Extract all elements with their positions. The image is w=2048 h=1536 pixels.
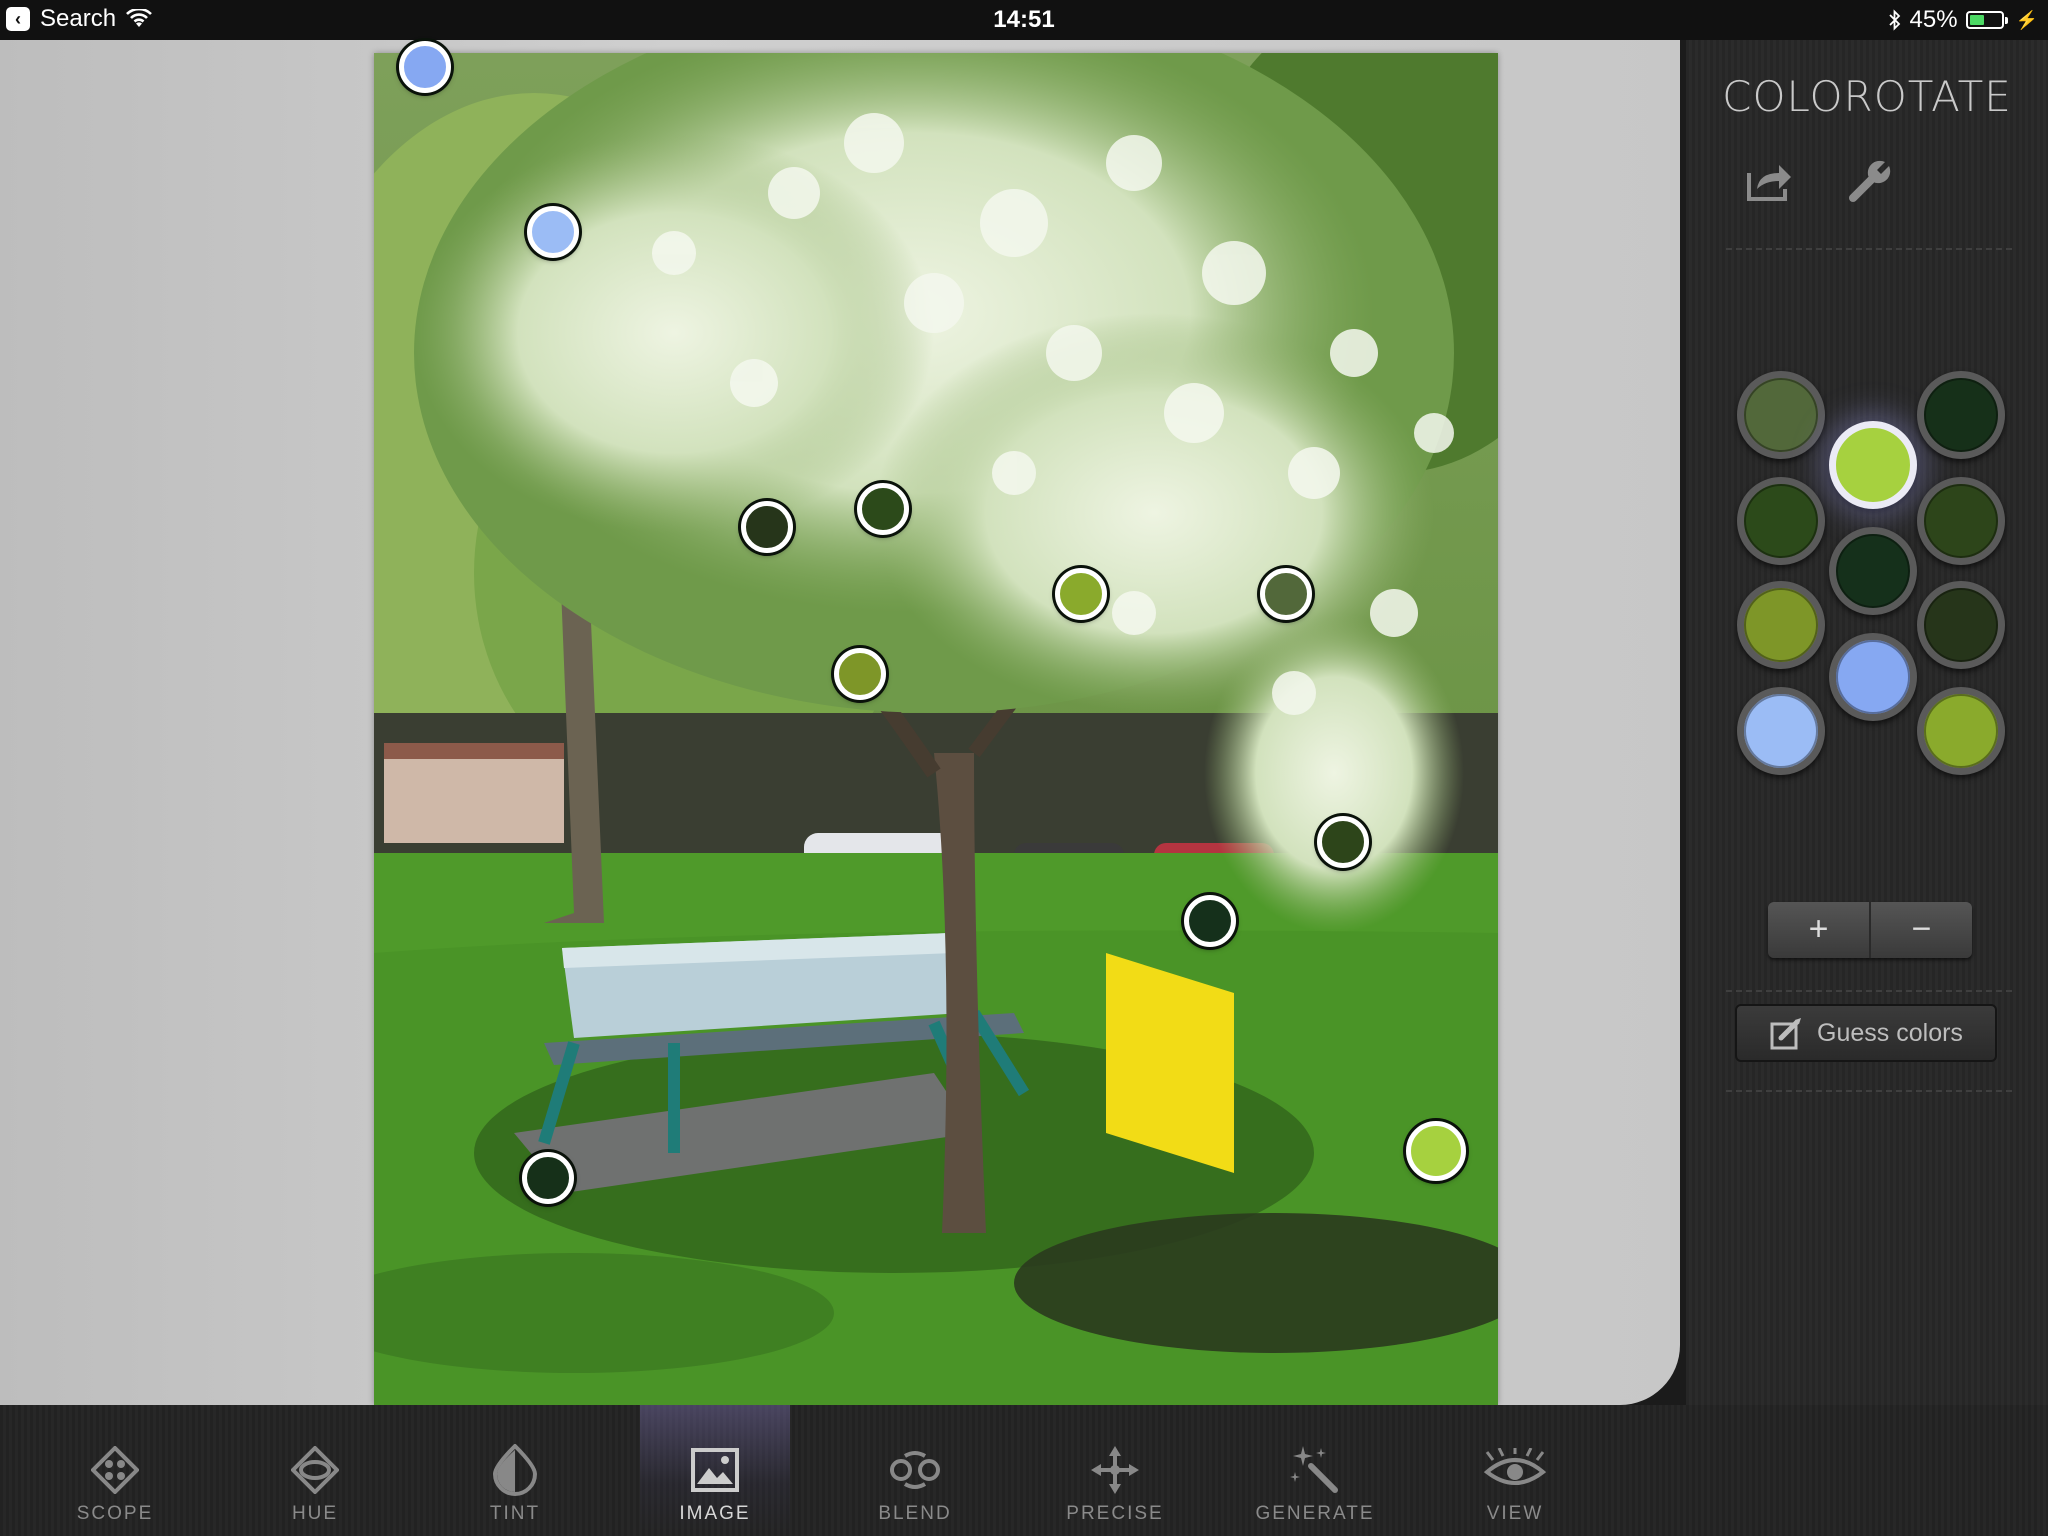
- panel-divider: [1726, 248, 2012, 250]
- tool-label: PRECISE: [1066, 1503, 1164, 1524]
- palette-swatch[interactable]: [1737, 687, 1825, 775]
- blend-icon: [890, 1451, 940, 1489]
- share-icon: [1747, 165, 1791, 201]
- tool-label: VIEW: [1486, 1503, 1544, 1524]
- palette-swatch[interactable]: [1917, 371, 2005, 459]
- tool-view[interactable]: VIEW: [1440, 1405, 1590, 1536]
- palette-swatch[interactable]: [1737, 371, 1825, 459]
- palette-swatch[interactable]: [1829, 633, 1917, 721]
- tool-generate[interactable]: GENERATE: [1240, 1405, 1390, 1536]
- app-logo: COLOROTATE: [1722, 72, 2012, 121]
- color-sample-marker[interactable]: [1055, 568, 1107, 620]
- guess-colors-label: Guess colors: [1817, 1018, 1963, 1047]
- panel-divider: [1726, 990, 2012, 992]
- image-icon: [691, 1448, 739, 1492]
- swatch-count-control: + −: [1768, 902, 1972, 958]
- tool-tint[interactable]: TINT: [440, 1405, 590, 1536]
- tool-precise[interactable]: PRECISE: [1040, 1405, 1190, 1536]
- palette-swatch[interactable]: [1917, 581, 2005, 669]
- charging-bolt-icon: ⚡: [2015, 9, 2038, 30]
- hue-icon: [291, 1446, 339, 1494]
- palette-swatch[interactable]: [1917, 687, 2005, 775]
- status-right: 45% ⚡: [1888, 6, 2038, 34]
- tool-image[interactable]: IMAGE: [640, 1405, 790, 1536]
- tool-label: HUE: [291, 1503, 339, 1524]
- tool-label: BLEND: [878, 1503, 952, 1524]
- palette-swatch[interactable]: [1737, 581, 1825, 669]
- wrench-icon: [1849, 160, 1891, 202]
- settings-button[interactable]: [1844, 155, 1896, 207]
- add-swatch-button[interactable]: +: [1768, 902, 1869, 958]
- color-sample-marker[interactable]: [1184, 895, 1236, 947]
- color-sample-marker[interactable]: [857, 483, 909, 535]
- eyedropper-edit-icon: [1770, 1018, 1802, 1050]
- tool-label: SCOPE: [76, 1503, 154, 1524]
- bluetooth-icon: [1888, 9, 1900, 31]
- color-sample-marker[interactable]: [1317, 816, 1369, 868]
- palette-swatch[interactable]: [1829, 527, 1917, 615]
- color-sample-marker[interactable]: [741, 501, 793, 553]
- tool-label: GENERATE: [1255, 1503, 1375, 1524]
- color-sample-marker[interactable]: [399, 41, 451, 93]
- color-sample-marker[interactable]: [1260, 568, 1312, 620]
- color-sample-marker[interactable]: [527, 206, 579, 258]
- tool-label: TINT: [489, 1503, 541, 1524]
- color-sample-marker[interactable]: [1406, 1121, 1466, 1181]
- tool-scope[interactable]: SCOPE: [40, 1405, 190, 1536]
- guess-colors-button[interactable]: Guess colors: [1735, 1004, 1997, 1062]
- status-bar: ‹ Search 14:51 45% ⚡: [0, 0, 2048, 40]
- tool-blend[interactable]: BLEND: [840, 1405, 990, 1536]
- battery-percent: 45%: [1909, 6, 1958, 33]
- tool-label: IMAGE: [679, 1503, 751, 1524]
- battery-icon: [1965, 11, 2008, 29]
- palette-swatch-selected[interactable]: [1829, 421, 1917, 509]
- mode-toolbar: SCOPE HUE TINT IMAGE BLEND PRECISE GENER…: [0, 1405, 2048, 1536]
- color-sample-marker[interactable]: [522, 1152, 574, 1204]
- status-time: 14:51: [993, 6, 1055, 33]
- scope-icon: [91, 1446, 139, 1494]
- remove-swatch-button[interactable]: −: [1869, 902, 1972, 958]
- precise-icon: [1091, 1446, 1139, 1494]
- palette-swatch[interactable]: [1917, 477, 2005, 565]
- tool-hue[interactable]: HUE: [240, 1405, 390, 1536]
- tint-icon: [492, 1444, 538, 1496]
- share-button[interactable]: [1744, 155, 1796, 207]
- color-sample-marker[interactable]: [834, 648, 886, 700]
- view-icon: [1483, 1448, 1547, 1485]
- panel-divider: [1726, 1090, 2012, 1092]
- battery-fill: [1969, 15, 1984, 25]
- palette-swatch[interactable]: [1737, 477, 1825, 565]
- generate-icon: [1290, 1446, 1338, 1493]
